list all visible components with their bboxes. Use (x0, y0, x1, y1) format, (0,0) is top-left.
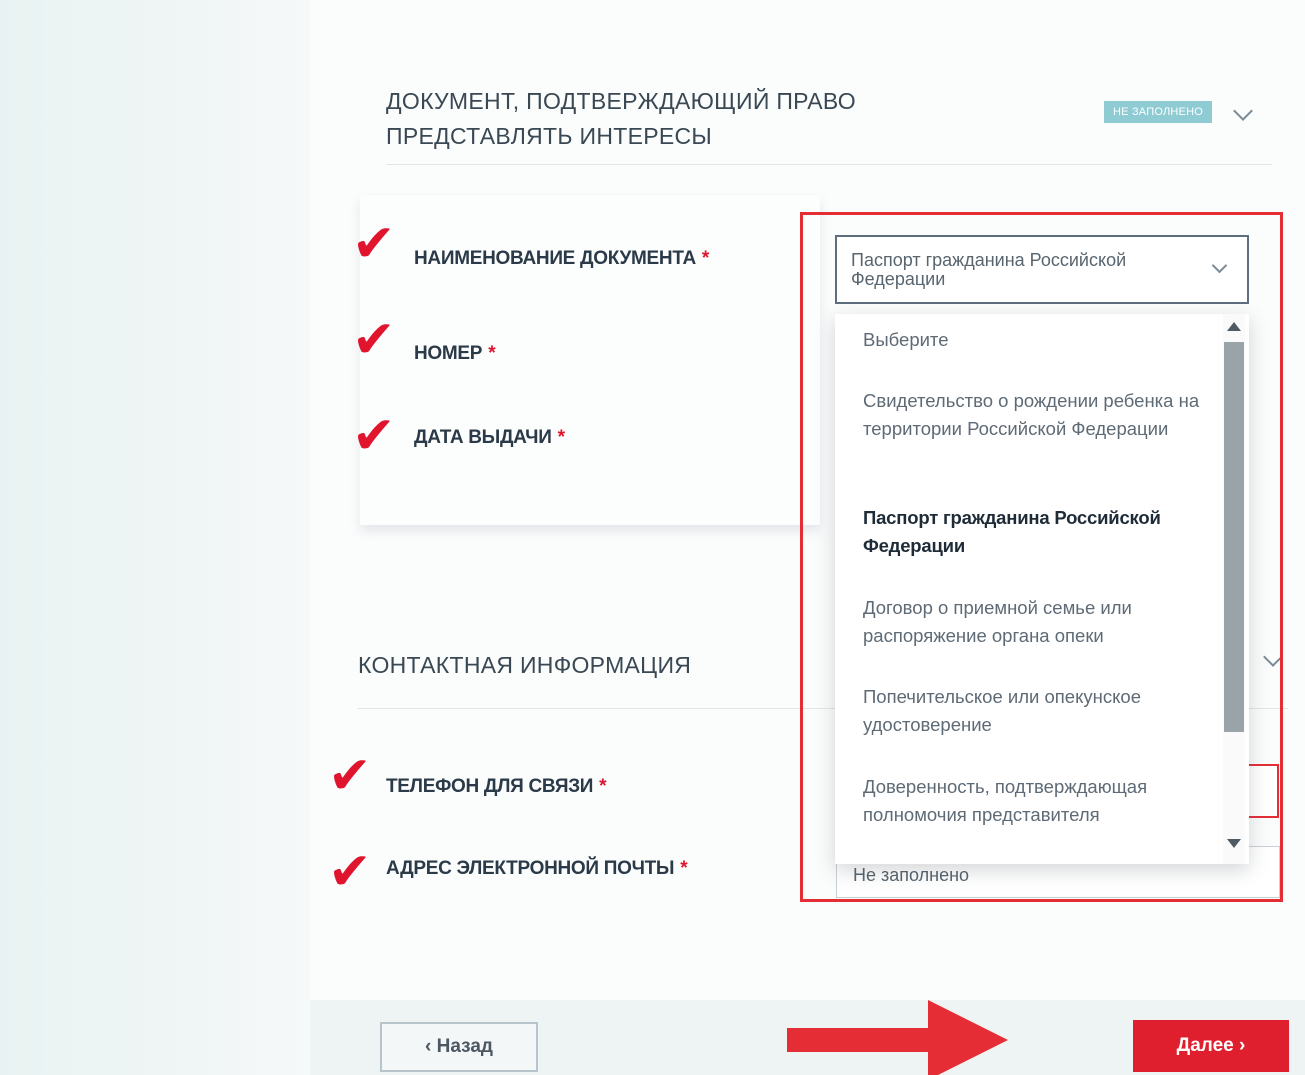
status-badge: НЕ ЗАПОЛНЕНО (1104, 101, 1212, 123)
next-button[interactable]: Далее › (1133, 1020, 1289, 1072)
required-mark: * (557, 427, 565, 448)
doc-name-label-text: НАИМЕНОВАНИЕ ДОКУМЕНТА (414, 248, 696, 269)
number-label: НОМЕР * (414, 343, 496, 365)
required-mark: * (599, 776, 607, 797)
checkmark-icon: ✔ (352, 214, 396, 274)
checkmark-icon: ✔ (328, 746, 372, 806)
back-button[interactable]: ‹ Назад (380, 1022, 538, 1072)
checkmark-icon: ✔ (352, 406, 396, 466)
number-label-text: НОМЕР (414, 343, 483, 364)
issue-date-label: ДАТА ВЫДАЧИ * (414, 427, 565, 449)
left-background (0, 0, 310, 1075)
email-label: АДРЕС ЭЛЕКТРОННОЙ ПОЧТЫ * (386, 858, 688, 880)
email-label-text: АДРЕС ЭЛЕКТРОННОЙ ПОЧТЫ (386, 858, 675, 879)
contact-section-title: КОНТАКТНАЯ ИНФОРМАЦИЯ (358, 652, 692, 678)
annotation-arrow-head-icon (928, 1000, 1008, 1075)
doc-name-label: НАИМЕНОВАНИЕ ДОКУМЕНТА * (414, 248, 709, 270)
phone-label-text: ТЕЛЕФОН ДЛЯ СВЯЗИ (386, 776, 594, 797)
issue-date-label-text: ДАТА ВЫДАЧИ (414, 427, 552, 448)
document-section-title-line1: ДОКУМЕНТ, ПОДТВЕРЖДАЮЩИЙ ПРАВО (386, 88, 856, 114)
annotation-highlight-frame (800, 212, 1283, 902)
required-mark: * (680, 858, 688, 879)
required-mark: * (701, 248, 709, 269)
section-divider (386, 164, 1272, 165)
required-mark: * (488, 343, 496, 364)
document-section-title-line2: ПРЕДСТАВЛЯТЬ ИНТЕРЕСЫ (386, 123, 713, 149)
annotation-arrow-icon (787, 1028, 932, 1052)
phone-label: ТЕЛЕФОН ДЛЯ СВЯЗИ * (386, 776, 607, 798)
checkmark-icon: ✔ (328, 842, 372, 902)
document-section-title: ДОКУМЕНТ, ПОДТВЕРЖДАЮЩИЙ ПРАВО ПРЕДСТАВЛ… (386, 84, 856, 154)
checkmark-icon: ✔ (352, 310, 396, 370)
